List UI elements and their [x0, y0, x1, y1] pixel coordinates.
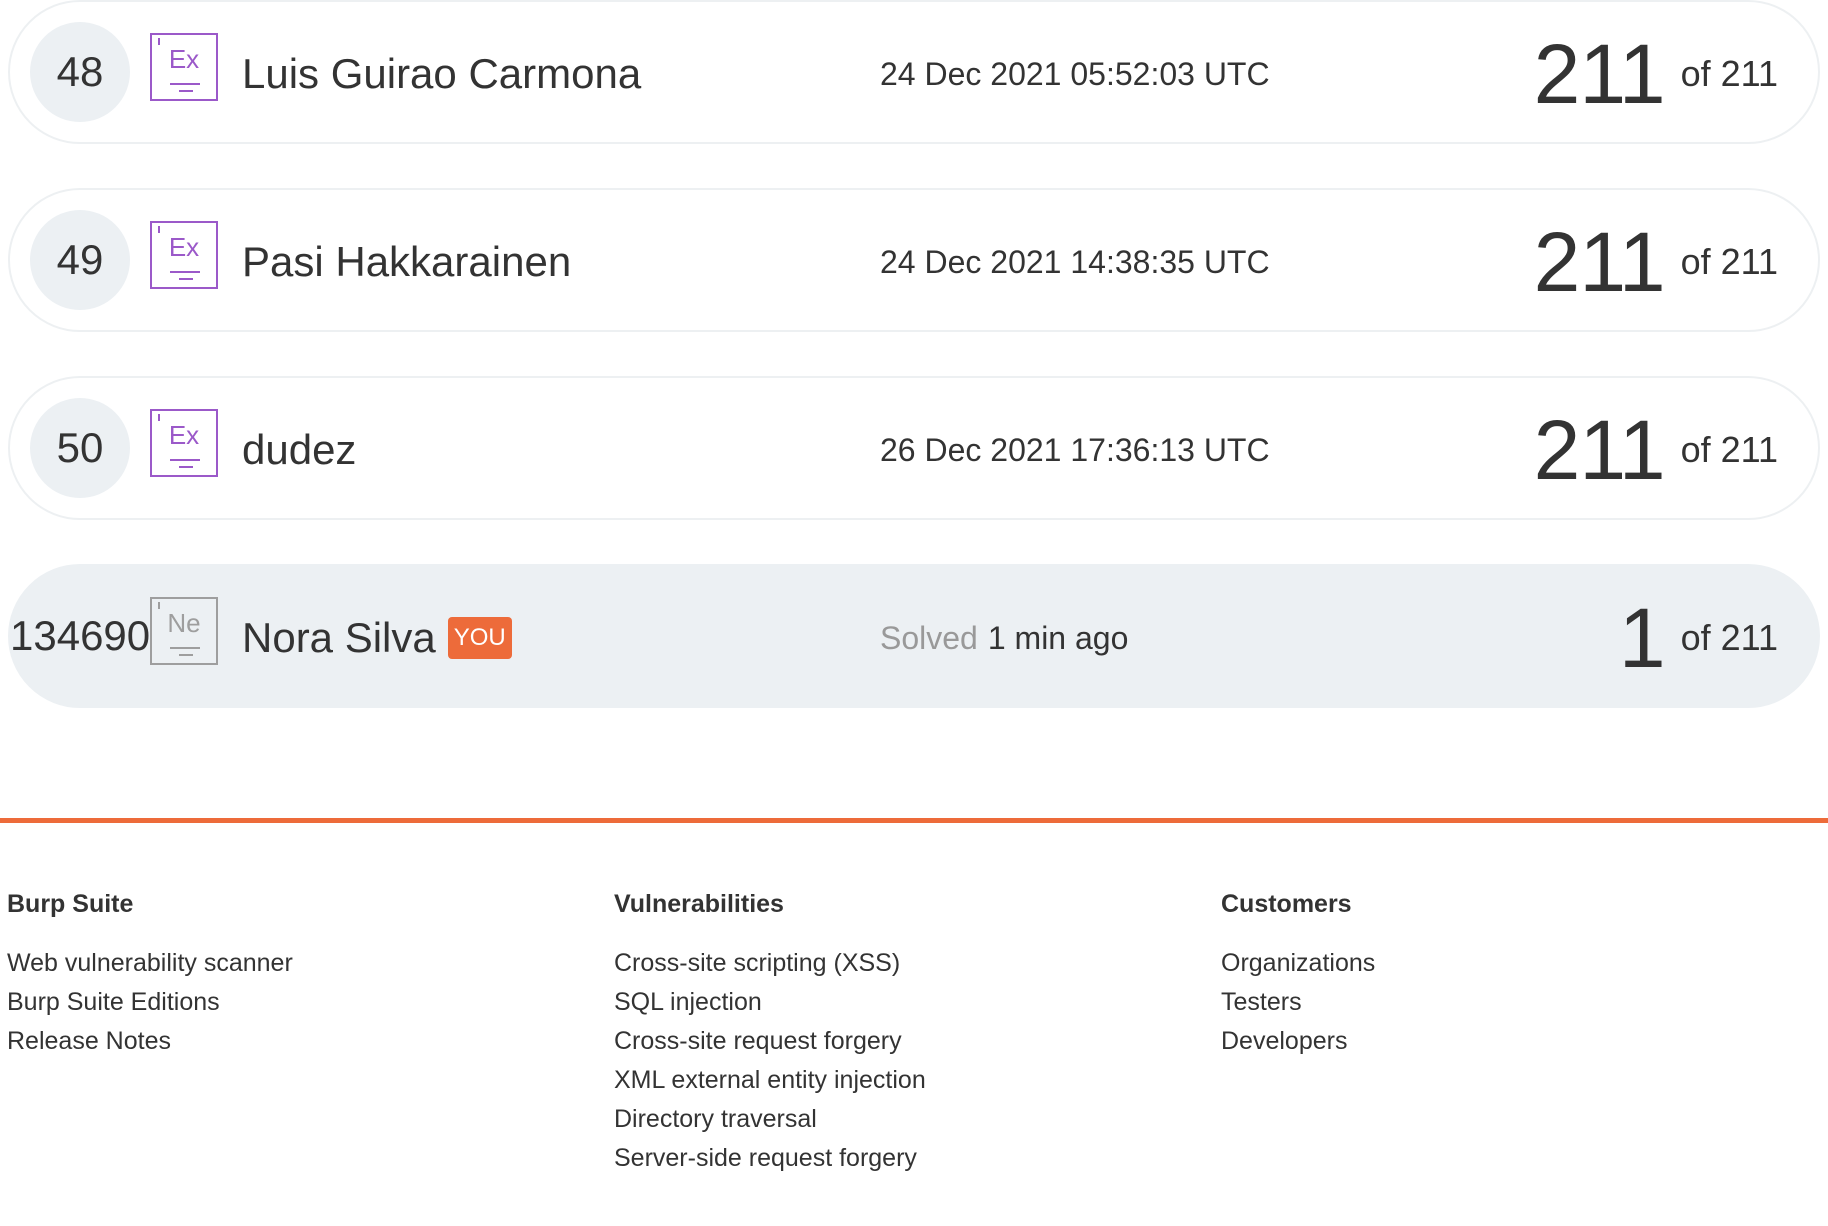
- footer-heading: Burp Suite: [7, 890, 134, 918]
- solved-label: Solved: [880, 619, 978, 656]
- footer-link[interactable]: Server-side request forgery: [614, 1139, 926, 1178]
- score: 211 of 211: [1534, 2, 1778, 146]
- rank-badge: 49: [30, 210, 130, 310]
- score-total: of 211: [1680, 241, 1778, 282]
- level-icon: Ex: [150, 221, 218, 289]
- footer-link[interactable]: Web vulnerability scanner: [7, 944, 293, 983]
- leaderboard-row: 50 Ex dudez 26 Dec 2021 17:36:13 UTC 211…: [8, 376, 1820, 520]
- current-user-row: 134690 Ne Nora Silva YOU Solved 1 min ag…: [8, 564, 1820, 708]
- footer-divider: [0, 818, 1828, 823]
- solved-date: 24 Dec 2021 05:52:03 UTC: [880, 55, 1270, 92]
- footer-link[interactable]: SQL injection: [614, 983, 926, 1022]
- level-symbol: Ex: [168, 420, 200, 450]
- footer-heading: Customers: [1221, 890, 1352, 918]
- user-name: dudez: [242, 426, 357, 473]
- footer-column-burp-suite: Burp Suite Web vulnerability scanner Bur…: [7, 888, 293, 1061]
- solved-date: 26 Dec 2021 17:36:13 UTC: [880, 431, 1270, 468]
- score: 211 of 211: [1534, 378, 1778, 522]
- user-name: Pasi Hakkarainen: [242, 238, 572, 285]
- score-value: 211: [1533, 402, 1666, 497]
- rank-badge: 50: [30, 398, 130, 498]
- footer-link[interactable]: Release Notes: [7, 1022, 293, 1061]
- level-symbol: Ex: [168, 44, 200, 74]
- leaderboard-row: 48 Ex Luis Guirao Carmona 24 Dec 2021 05…: [8, 0, 1820, 144]
- level-icon: Ex: [150, 33, 218, 101]
- score-value: 211: [1533, 26, 1666, 121]
- solved-date: 24 Dec 2021 14:38:35 UTC: [880, 243, 1270, 280]
- solved-status: Solved 1 min ago: [880, 566, 1128, 710]
- rank-number: 134690: [10, 612, 151, 659]
- score: 1 of 211: [1619, 566, 1778, 710]
- footer-link[interactable]: Burp Suite Editions: [7, 983, 293, 1022]
- footer-column-customers: Customers Organizations Testers Develope…: [1221, 888, 1375, 1061]
- rank-badge: 48: [30, 22, 130, 122]
- you-badge: YOU: [447, 617, 512, 659]
- footer-link[interactable]: Cross-site request forgery: [614, 1022, 926, 1061]
- level-symbol: Ne: [167, 608, 201, 638]
- footer-link[interactable]: XML external entity injection: [614, 1061, 926, 1100]
- level-icon: Ne: [150, 597, 218, 665]
- footer-link[interactable]: Cross-site scripting (XSS): [614, 944, 926, 983]
- score-value: 1: [1618, 590, 1666, 685]
- level-symbol: Ex: [168, 232, 200, 262]
- footer-heading: Vulnerabilities: [614, 890, 784, 918]
- score: 211 of 211: [1534, 190, 1778, 334]
- user-name-wrap: Nora Silva YOU: [242, 566, 512, 710]
- footer-column-vulnerabilities: Vulnerabilities Cross-site scripting (XS…: [614, 888, 926, 1178]
- score-total: of 211: [1680, 617, 1778, 658]
- score-value: 211: [1533, 214, 1666, 309]
- user-name: Nora Silva: [242, 614, 436, 661]
- user-name: Luis Guirao Carmona: [242, 50, 642, 97]
- level-icon: Ex: [150, 409, 218, 477]
- footer-link[interactable]: Organizations: [1221, 944, 1375, 983]
- leaderboard-row: 49 Ex Pasi Hakkarainen 24 Dec 2021 14:38…: [8, 188, 1820, 332]
- score-total: of 211: [1680, 429, 1778, 470]
- footer-link[interactable]: Developers: [1221, 1022, 1375, 1061]
- score-total: of 211: [1680, 53, 1778, 94]
- footer-link[interactable]: Testers: [1221, 983, 1375, 1022]
- solved-time: 1 min ago: [987, 619, 1129, 656]
- footer-link[interactable]: Directory traversal: [614, 1100, 926, 1139]
